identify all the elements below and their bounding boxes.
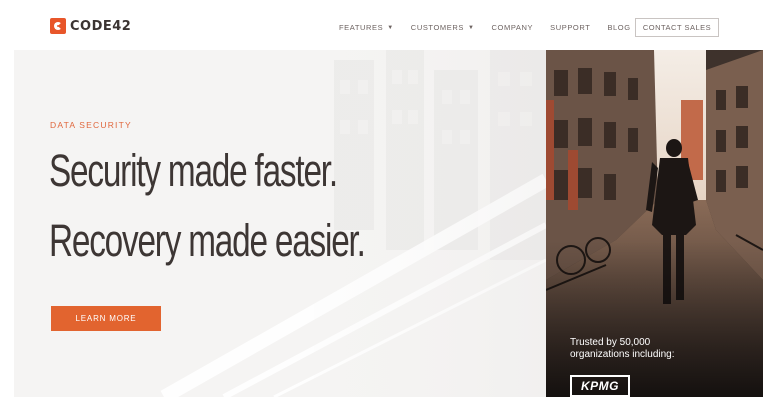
nav-item-label: COMPANY [491,23,534,32]
hero-headline-line-1: Security made faster. [49,145,338,196]
nav-item-blog[interactable]: BLOG [607,23,630,32]
trusted-by-text: Trusted by 50,000 organizations includin… [570,337,675,360]
logo[interactable]: CODE42 [50,18,131,34]
learn-more-button[interactable]: LEARN MORE [51,306,161,331]
nav-item-features[interactable]: FEATURES ▼ [339,23,394,32]
nav-item-label: CUSTOMERS [410,23,464,32]
hero-headline-line-2: Recovery made easier. [49,215,366,266]
nav-item-label: SUPPORT [550,23,591,32]
kpmg-logo: KPMG [570,375,630,397]
hero-eyebrow: DATA SECURITY [50,120,132,130]
logo-text: CODE42 [70,18,132,34]
nav-item-customers[interactable]: CUSTOMERS ▼ [411,23,475,32]
chevron-down-icon: ▼ [387,24,394,31]
contact-sales-button[interactable]: CONTACT SALES [635,18,719,37]
nav-item-label: BLOG [607,23,631,32]
nav-item-support[interactable]: SUPPORT [550,23,590,32]
chevron-down-icon: ▼ [467,24,475,31]
hero-photo-panel: Trusted by 50,000 organizations includin… [546,50,763,397]
hero-section: DATA SECURITY Security made faster. Reco… [14,50,546,397]
site-header: CODE42 FEATURES ▼ CUSTOMERS ▼ COMPANY SU… [0,0,775,50]
nav-item-label: FEATURES [339,23,384,32]
nav-item-company[interactable]: COMPANY [492,23,534,32]
code42-logo-icon [50,18,66,34]
main-nav: FEATURES ▼ CUSTOMERS ▼ COMPANY SUPPORT B… [339,23,648,32]
